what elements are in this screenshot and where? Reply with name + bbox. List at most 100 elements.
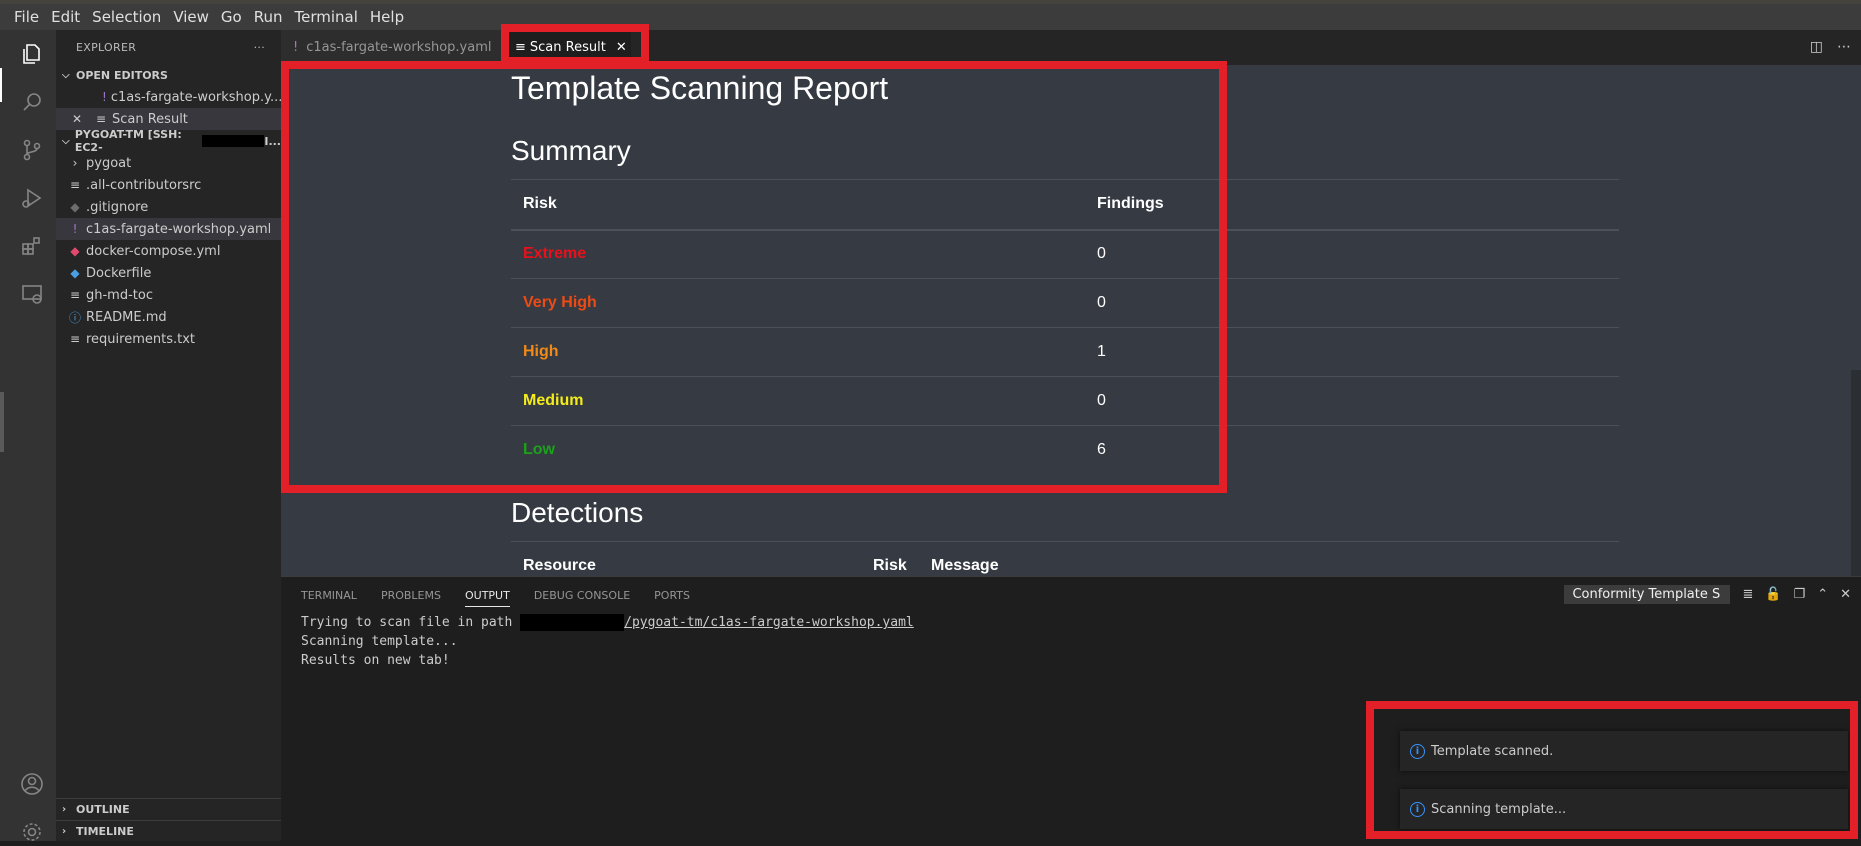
file-name: docker-compose.yml xyxy=(86,243,221,259)
menu-selection[interactable]: Selection xyxy=(86,8,167,26)
explorer-header: EXPLORER ··· xyxy=(56,30,281,64)
settings-gear-icon[interactable] xyxy=(18,818,46,846)
chevron-right-icon: › xyxy=(62,804,67,815)
finding-count: 0 xyxy=(1085,278,1619,328)
tab-yaml[interactable]: ! c1as-fargate-workshop.yaml xyxy=(281,30,503,65)
output-log: Trying to scan file in path /pygoat-tm/c… xyxy=(301,613,914,670)
tree-file[interactable]: ⓘ README.md xyxy=(56,306,281,328)
workspace-section[interactable]: ⌵ PYGOAT-TM [SSH: EC2- I... xyxy=(56,128,281,154)
scan-report-webview: Template Scanning Report Summary Risk Fi… xyxy=(281,65,1861,576)
tree-file[interactable]: ◆ .gitignore xyxy=(56,196,281,218)
explorer-sidebar: EXPLORER ··· ⌵ OPEN EDITORS ! c1as-farga… xyxy=(56,30,281,841)
finding-count: 0 xyxy=(1085,376,1619,426)
explorer-icon[interactable] xyxy=(18,40,46,68)
remote-explorer-icon[interactable] xyxy=(18,280,46,308)
more-actions-icon[interactable]: ··· xyxy=(254,41,265,54)
split-editor-icon[interactable]: ◫ xyxy=(1810,39,1823,55)
tree-folder-pygoat[interactable]: › pygoat xyxy=(56,152,281,174)
maximize-panel-icon[interactable]: ⌃ xyxy=(1817,587,1828,602)
tree-file[interactable]: ◆ Dockerfile xyxy=(56,262,281,284)
col-message-header: Message xyxy=(919,540,1619,576)
table-row: Very High 0 xyxy=(511,278,1619,328)
file-path-link[interactable]: /pygoat-tm/c1as-fargate-workshop.yaml xyxy=(624,615,914,630)
col-findings-header: Findings xyxy=(1085,179,1619,231)
output-text: Trying to scan file in path xyxy=(301,615,521,630)
info-icon: i xyxy=(1410,743,1425,759)
tab-scan-result[interactable]: ≡ Scan Result ✕ xyxy=(503,30,631,65)
menu-file[interactable]: File xyxy=(8,8,45,26)
tree-file[interactable]: ≡ .all-contributorsrc xyxy=(56,174,281,196)
open-editors-section[interactable]: ⌵ OPEN EDITORS xyxy=(56,64,281,86)
sidebar-sash[interactable] xyxy=(0,392,4,452)
lock-icon[interactable]: 🔓 xyxy=(1765,587,1781,602)
output-line: Results on new tab! xyxy=(301,653,450,668)
risk-label: Extreme xyxy=(511,229,1085,279)
tab-debug-console[interactable]: DEBUG CONSOLE xyxy=(534,589,630,602)
table-header-row: Risk Findings xyxy=(511,179,1619,231)
extensions-icon[interactable] xyxy=(18,232,46,260)
menu-edit[interactable]: Edit xyxy=(45,8,86,26)
tab-terminal[interactable]: TERMINAL xyxy=(301,589,357,602)
tree-file-selected[interactable]: ! c1as-fargate-workshop.yaml xyxy=(56,218,281,240)
redaction-bar xyxy=(520,614,625,631)
menu-go[interactable]: Go xyxy=(215,8,248,26)
explorer-title: EXPLORER xyxy=(76,40,137,54)
col-risk-header: Risk xyxy=(861,540,919,576)
scrollbar-thumb[interactable] xyxy=(1851,370,1861,576)
file-name: requirements.txt xyxy=(86,331,196,347)
file-name: pygoat xyxy=(86,155,132,171)
editor-actions: ◫ ⋯ xyxy=(1810,39,1851,55)
table-row: Extreme 0 xyxy=(511,229,1619,279)
yaml-exclamation-icon: ! xyxy=(293,40,299,55)
open-editor-scan-result[interactable]: ✕ ≡ Scan Result xyxy=(56,108,281,130)
notification-toast[interactable]: i Scanning template... xyxy=(1400,789,1848,829)
menu-run[interactable]: Run xyxy=(248,8,289,26)
table-row: Medium 0 xyxy=(511,376,1619,426)
tab-problems[interactable]: PROBLEMS xyxy=(381,589,441,602)
account-icon[interactable] xyxy=(18,770,46,798)
close-icon[interactable]: ✕ xyxy=(616,40,627,55)
file-name: .gitignore xyxy=(86,199,149,215)
output-channel-select[interactable]: Conformity Template S xyxy=(1564,585,1731,604)
detections-heading: Detections xyxy=(511,496,644,528)
chevron-right-icon: › xyxy=(72,156,78,170)
file-name: c1as-fargate-workshop.yaml xyxy=(86,221,272,237)
menu-help[interactable]: Help xyxy=(364,8,410,26)
run-debug-icon[interactable] xyxy=(18,184,46,212)
open-editor-label: Scan Result xyxy=(112,111,188,127)
clear-output-icon[interactable]: ≣ xyxy=(1742,587,1753,602)
outline-label: OUTLINE xyxy=(76,803,130,816)
risk-label: Medium xyxy=(511,376,1085,426)
search-icon[interactable] xyxy=(18,88,46,116)
info-icon: i xyxy=(1410,801,1425,817)
finding-count: 0 xyxy=(1085,229,1619,279)
panel-actions: Conformity Template S ≣ 🔓 ❐ ⌃ ✕ xyxy=(1564,585,1851,604)
open-in-editor-icon[interactable]: ❐ xyxy=(1794,587,1806,602)
open-editor-yaml[interactable]: ! c1as-fargate-workshop.y... xyxy=(56,86,281,108)
file-name: Dockerfile xyxy=(86,265,152,281)
outline-section[interactable]: › OUTLINE xyxy=(56,798,281,820)
risk-label: Very High xyxy=(511,278,1085,328)
close-icon[interactable]: ✕ xyxy=(1840,587,1851,602)
timeline-section[interactable]: › TIMELINE xyxy=(56,820,281,842)
tree-file[interactable]: ≡ gh-md-toc xyxy=(56,284,281,306)
menu-view[interactable]: View xyxy=(167,8,215,26)
tab-output[interactable]: OUTPUT xyxy=(464,589,510,607)
lines-icon: ≡ xyxy=(69,178,81,192)
notification-toast[interactable]: i Template scanned. xyxy=(1400,731,1848,771)
tab-ports[interactable]: PORTS xyxy=(654,589,690,602)
table-header-row: Resource Risk Message xyxy=(511,540,1619,576)
info-icon: ⓘ xyxy=(68,310,81,325)
finding-count: 1 xyxy=(1085,327,1619,377)
menu-terminal[interactable]: Terminal xyxy=(289,8,364,26)
notification-text: Template scanned. xyxy=(1431,743,1554,759)
tab-bar: ! c1as-fargate-workshop.yaml ≡ Scan Resu… xyxy=(281,30,1861,65)
lines-icon: ≡ xyxy=(69,332,81,346)
tree-file[interactable]: ≡ requirements.txt xyxy=(56,328,281,350)
close-icon[interactable]: ✕ xyxy=(70,112,84,126)
workspace-label-suffix: I... xyxy=(264,134,281,148)
source-control-icon[interactable] xyxy=(18,136,46,164)
more-actions-icon[interactable]: ⋯ xyxy=(1837,39,1851,55)
risk-label: Low xyxy=(511,425,1085,475)
tree-file[interactable]: ◆ docker-compose.yml xyxy=(56,240,281,262)
